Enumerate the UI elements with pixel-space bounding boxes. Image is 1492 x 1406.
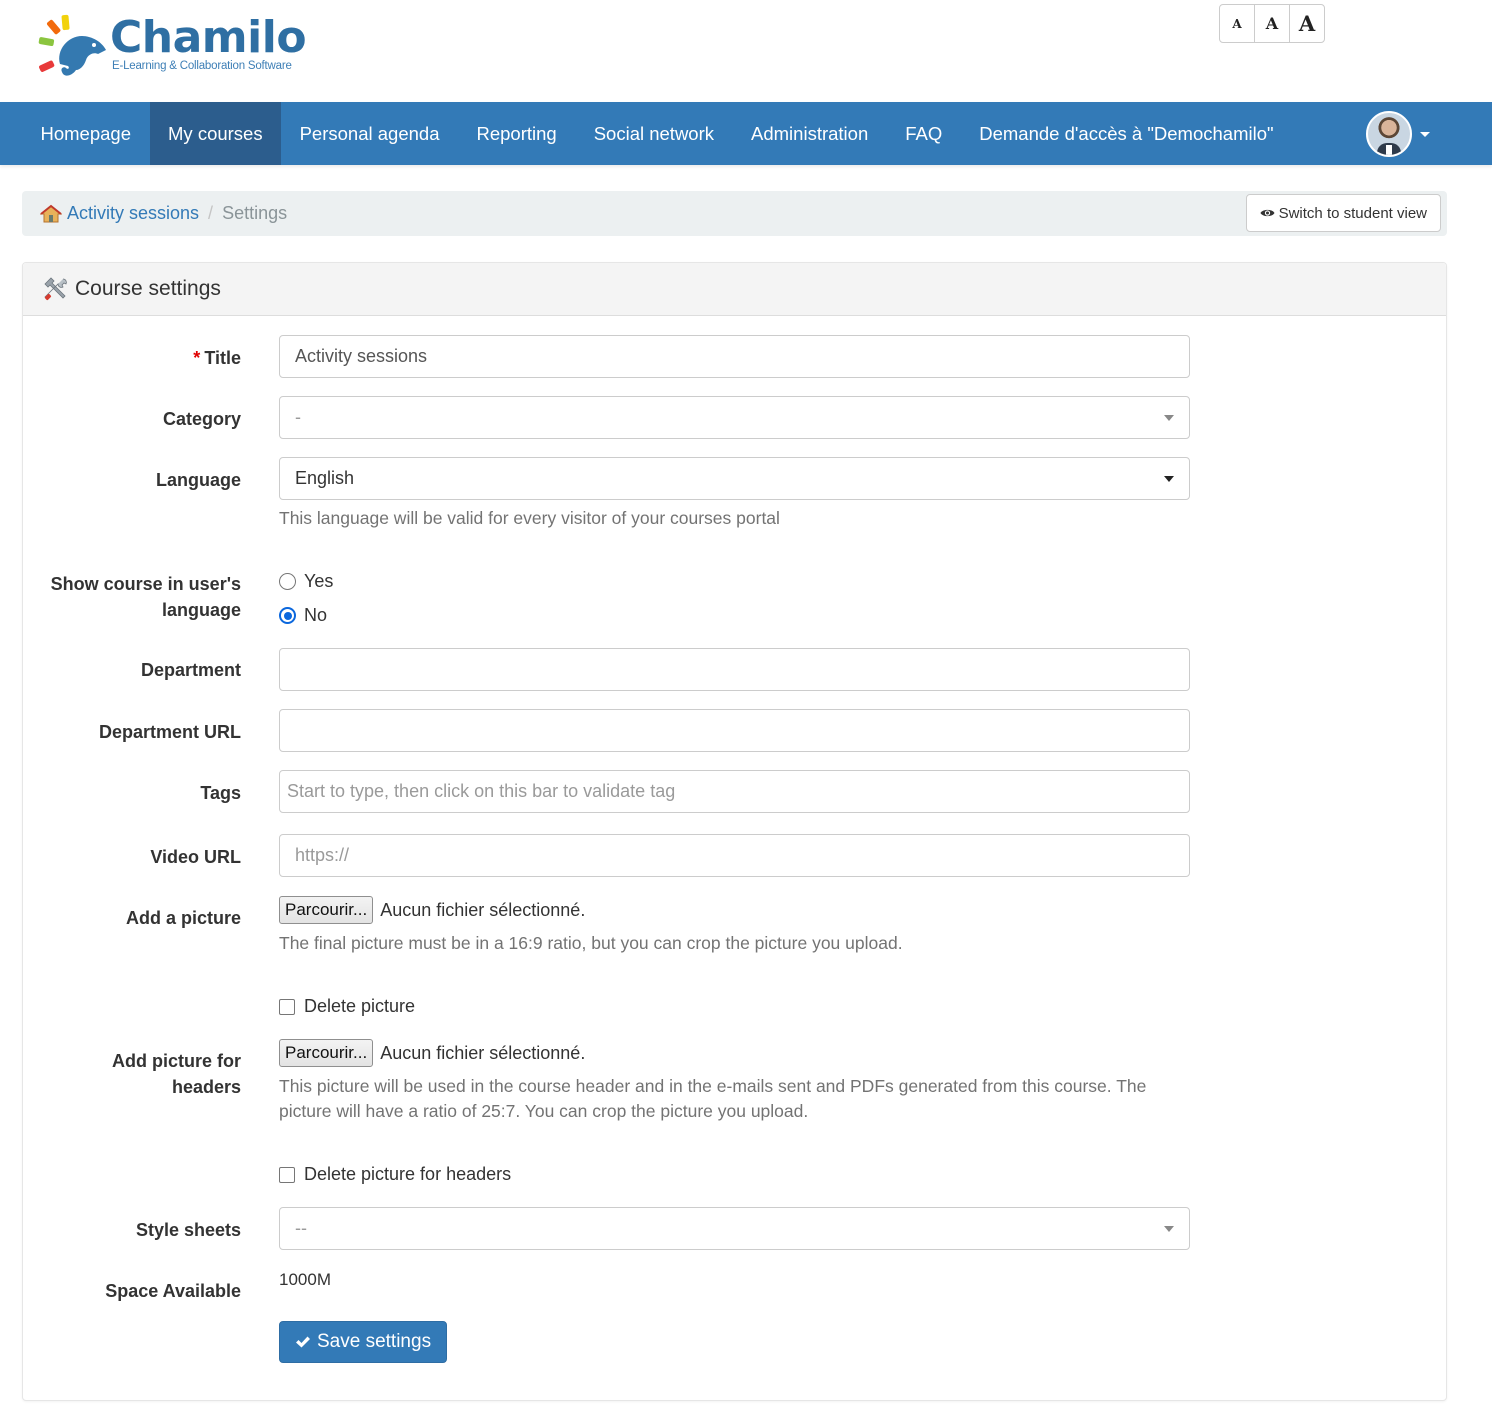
style-sheets-label: Style sheets xyxy=(135,1220,241,1240)
chevron-down-icon xyxy=(1164,1226,1174,1232)
category-select[interactable]: - xyxy=(279,396,1190,439)
breadcrumb-separator: / xyxy=(208,203,214,223)
header-picture-no-file-text: Aucun fichier sélectionné. xyxy=(380,1042,586,1063)
chamilo-chameleon-logo-icon xyxy=(38,14,106,76)
chevron-down-icon xyxy=(1164,476,1174,482)
picture-file-input[interactable]: Parcourir... Aucun fichier sélectionné. xyxy=(279,896,585,924)
header-picture-browse-button[interactable]: Parcourir... xyxy=(279,1039,374,1067)
radio-yes-label: Yes xyxy=(304,571,334,591)
delete-picture-option[interactable]: Delete picture xyxy=(279,996,415,1017)
delete-picture-checkbox[interactable] xyxy=(279,998,295,1015)
radio-option-no[interactable]: No xyxy=(279,605,327,626)
radio-no[interactable] xyxy=(279,607,296,624)
style-sheets-selected-value: -- xyxy=(295,1218,307,1238)
language-select[interactable]: English xyxy=(279,457,1190,500)
nav-item-homepage[interactable]: Homepage xyxy=(22,102,150,165)
radio-yes[interactable] xyxy=(279,573,296,590)
home-icon xyxy=(40,204,62,222)
show-in-user-language-label: Show course in user's language xyxy=(50,574,241,620)
video-url-input[interactable]: https:// xyxy=(279,834,1190,877)
nav-item-personal-agenda[interactable]: Personal agenda xyxy=(281,102,458,165)
eye-icon xyxy=(1260,209,1275,217)
language-help-text: This language will be valid for every vi… xyxy=(279,508,780,528)
save-settings-button[interactable]: Save settings xyxy=(279,1321,448,1363)
avatar-shirt xyxy=(1386,145,1392,155)
picture-help-text: The final picture must be in a 16:9 rati… xyxy=(279,933,903,953)
nav-menu: Homepage My courses Personal agenda Repo… xyxy=(0,102,1292,165)
nav-item-administration[interactable]: Administration xyxy=(733,102,887,165)
style-sheets-select[interactable]: -- xyxy=(279,1207,1190,1250)
language-selected-value: English xyxy=(295,468,355,488)
site-header: Chamilo E-Learning & Collaboration Softw… xyxy=(0,0,1492,102)
nav-item-social-network[interactable]: Social network xyxy=(575,102,732,165)
main-navbar: Homepage My courses Personal agenda Repo… xyxy=(0,102,1492,165)
tags-label: Tags xyxy=(200,783,241,803)
chevron-down-icon xyxy=(1164,415,1174,421)
tools-icon xyxy=(44,277,67,301)
radio-option-yes[interactable]: Yes xyxy=(279,571,333,592)
space-available-value: 1000M xyxy=(279,1270,331,1289)
department-url-label: Department URL xyxy=(98,722,241,742)
department-url-input[interactable] xyxy=(279,709,1190,752)
default-font-button[interactable]: A xyxy=(1255,5,1290,42)
breadcrumb-course-link[interactable]: Activity sessions xyxy=(67,203,199,224)
font-size-controls: A A A xyxy=(1219,4,1325,43)
picture-no-file-text: Aucun fichier sélectionné. xyxy=(380,899,586,920)
nav-item-faq[interactable]: FAQ xyxy=(887,102,961,165)
course-settings-panel: Course settings * Title Activity sessions… xyxy=(22,262,1447,1401)
department-input[interactable] xyxy=(279,648,1190,691)
delete-header-picture-checkbox[interactable] xyxy=(279,1166,295,1183)
nav-item-reporting[interactable]: Reporting xyxy=(458,102,575,165)
breadcrumb: Activity sessions / Settings Switch to s… xyxy=(22,191,1447,236)
radio-no-label: No xyxy=(304,605,328,625)
video-url-label: Video URL xyxy=(150,847,241,867)
title-input[interactable]: Activity sessions xyxy=(279,335,1190,378)
check-icon xyxy=(296,1336,310,1348)
breadcrumb-current: Settings xyxy=(222,203,288,223)
delete-header-picture-label: Delete picture for headers xyxy=(304,1164,512,1184)
logo-wordmark: Chamilo xyxy=(110,12,307,63)
delete-picture-label: Delete picture xyxy=(304,996,416,1016)
nav-item-access-request[interactable]: Demande d'accès à "Demochamilo" xyxy=(961,102,1292,165)
space-available-label: Space Available xyxy=(105,1281,241,1301)
required-mark: * xyxy=(193,348,201,368)
chevron-down-icon[interactable] xyxy=(1420,131,1430,137)
delete-header-picture-option[interactable]: Delete picture for headers xyxy=(279,1164,511,1185)
nav-item-my-courses[interactable]: My courses xyxy=(149,102,282,165)
header-picture-help-text: This picture will be used in the course … xyxy=(279,1076,1147,1121)
save-settings-label: Save settings xyxy=(317,1331,432,1352)
title-label: * Title xyxy=(193,348,241,368)
header-picture-label: Add picture for headers xyxy=(112,1051,241,1097)
header-picture-file-input[interactable]: Parcourir... Aucun fichier sélectionné. xyxy=(279,1039,585,1067)
panel-title: Course settings xyxy=(75,277,221,300)
student-view-label: Switch to student view xyxy=(1278,204,1427,222)
picture-browse-button[interactable]: Parcourir... xyxy=(279,896,374,924)
panel-heading: Course settings xyxy=(23,263,1446,316)
avatar[interactable] xyxy=(1366,111,1412,157)
add-picture-label: Add a picture xyxy=(125,908,241,928)
category-selected-value: - xyxy=(295,407,301,427)
category-label: Category xyxy=(162,409,241,429)
switch-to-student-view-button[interactable]: Switch to student view xyxy=(1245,194,1441,232)
chamilo-logo[interactable]: Chamilo E-Learning & Collaboration Softw… xyxy=(36,12,326,80)
department-label: Department xyxy=(140,660,241,680)
increase-font-button[interactable]: A xyxy=(1290,5,1324,42)
user-menu-toggle[interactable] xyxy=(1366,111,1430,157)
decrease-font-button[interactable]: A xyxy=(1220,5,1255,42)
tags-input[interactable]: Start to type, then click on this bar to… xyxy=(279,770,1190,813)
language-label: Language xyxy=(155,470,241,490)
logo-tagline: E-Learning & Collaboration Software xyxy=(112,60,292,72)
